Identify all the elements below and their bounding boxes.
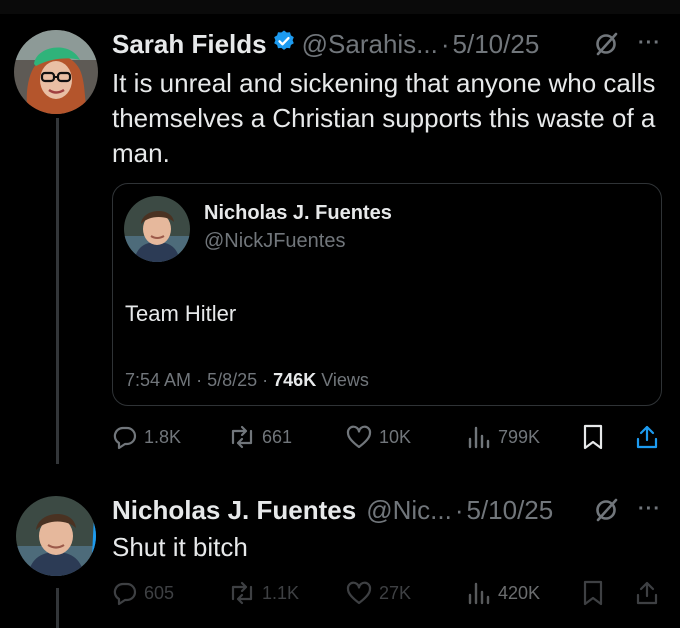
- post2-action-bar: 605 1.1K 27K 420K: [0, 576, 680, 610]
- quoted-separator: ·: [196, 370, 203, 390]
- quoted-separator: ·: [262, 370, 269, 390]
- views-icon: [468, 582, 490, 605]
- post1-handle[interactable]: @Sarahis...: [302, 29, 438, 60]
- grok-icon[interactable]: [593, 496, 621, 529]
- share-icon: [636, 425, 658, 449]
- post2-separator: ·: [454, 494, 464, 525]
- quoted-time: 7:54 AM: [125, 370, 192, 390]
- quoted-views-label: Views: [321, 370, 369, 390]
- repost-icon: [231, 581, 253, 605]
- like-count: 27K: [379, 582, 412, 603]
- views-icon: [468, 426, 490, 449]
- views-count: 420K: [498, 582, 541, 603]
- bookmark-icon: [583, 580, 603, 606]
- quoted-author-name[interactable]: Nicholas J. Fuentes: [204, 202, 392, 225]
- avatar-sarah-fields[interactable]: [14, 30, 98, 114]
- more-icon[interactable]: ···: [638, 32, 661, 55]
- views-button[interactable]: 799K: [466, 424, 540, 450]
- quoted-handle[interactable]: @NickJFuentes: [204, 230, 345, 253]
- like-icon: [346, 581, 372, 605]
- repost-icon: [231, 425, 253, 449]
- views-button[interactable]: 420K: [466, 580, 540, 606]
- post1-date[interactable]: 5/10/25: [453, 29, 540, 60]
- top-edge: [0, 0, 680, 14]
- thread-line: [56, 118, 59, 464]
- quoted-meta: 7:54 AM · 5/8/25 · 746K Views: [125, 370, 369, 391]
- quoted-views-count: 746K: [273, 370, 317, 390]
- post1-separator: ·: [440, 28, 450, 59]
- reply-count: 1.8K: [144, 426, 182, 447]
- like-icon: [346, 425, 372, 449]
- repost-button[interactable]: 661: [228, 424, 292, 450]
- share-icon: [636, 581, 658, 605]
- repost-count: 1.1K: [262, 582, 300, 603]
- quoted-tweet-card[interactable]: Nicholas J. Fuentes @NickJFuentes Team H…: [112, 183, 662, 406]
- post2-author-name[interactable]: Nicholas J. Fuentes: [112, 495, 356, 526]
- more-icon[interactable]: ···: [638, 498, 661, 521]
- grok-icon[interactable]: [593, 30, 621, 63]
- like-button[interactable]: 27K: [345, 580, 411, 606]
- like-count: 10K: [379, 426, 412, 447]
- reply-button[interactable]: 605: [112, 580, 174, 606]
- bookmark-button[interactable]: [582, 424, 604, 450]
- post1-action-bar: 1.8K 661 10K 799K: [0, 420, 680, 454]
- post1-text: It is unreal and sickening that anyone w…: [112, 68, 656, 168]
- repost-count: 661: [262, 426, 293, 447]
- quoted-text: Team Hitler: [125, 301, 237, 326]
- bookmark-icon: [583, 424, 603, 450]
- repost-button[interactable]: 1.1K: [228, 580, 299, 606]
- bookmark-button[interactable]: [582, 580, 604, 606]
- quoted-date: 5/8/25: [207, 370, 258, 390]
- reply-icon: [113, 582, 137, 606]
- reply-count: 605: [144, 582, 175, 603]
- avatar-nicholas-fuentes-quoted[interactable]: [124, 196, 190, 262]
- reply-button[interactable]: 1.8K: [112, 424, 181, 450]
- post2-header: Nicholas J. Fuentes @Nic... · 5/10/25: [112, 492, 553, 528]
- post2-text: Shut it bitch: [112, 532, 248, 562]
- post1-author-name[interactable]: Sarah Fields: [112, 29, 267, 60]
- share-button[interactable]: [634, 580, 660, 606]
- views-count: 799K: [498, 426, 541, 447]
- avatar-nicholas-fuentes[interactable]: [16, 496, 96, 576]
- like-button[interactable]: 10K: [345, 424, 411, 450]
- reply-icon: [113, 426, 137, 450]
- post2-handle[interactable]: @Nic...: [366, 495, 452, 526]
- post1-header: Sarah Fields @Sarahis... · 5/10/25: [112, 26, 539, 62]
- verified-badge-icon: [272, 29, 296, 60]
- post2-date[interactable]: 5/10/25: [466, 495, 553, 526]
- share-button[interactable]: [634, 424, 660, 450]
